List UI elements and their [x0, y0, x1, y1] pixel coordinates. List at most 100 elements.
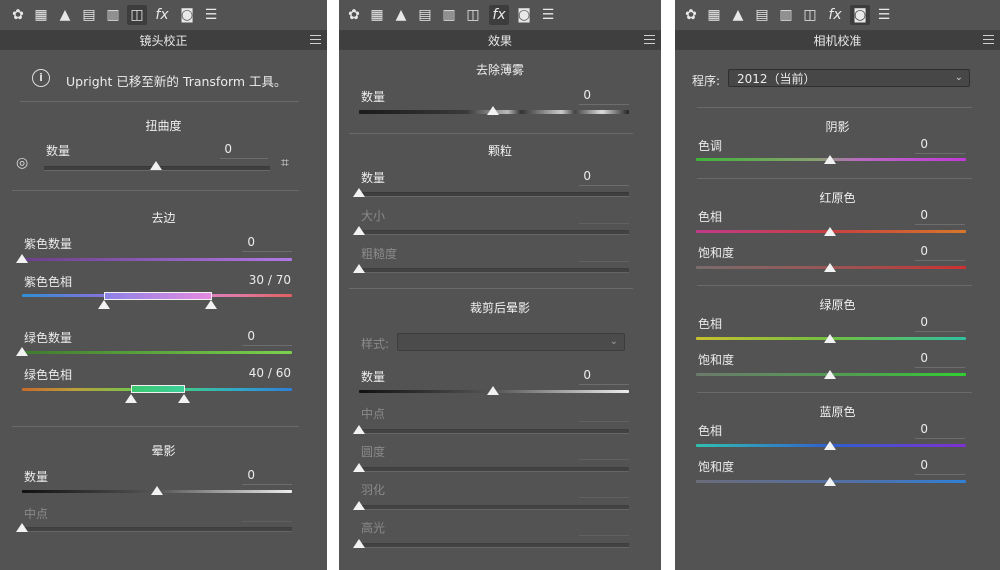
divider — [20, 101, 299, 102]
purple-hue-right-thumb[interactable] — [205, 300, 217, 309]
purple-hue-value[interactable]: 30 / 70 — [241, 273, 291, 287]
split-toning-icon[interactable]: ▥ — [776, 5, 796, 25]
presets-icon[interactable]: ☰ — [874, 5, 894, 25]
post-crop-roundness-slider-thumb[interactable] — [353, 463, 365, 472]
post-crop-feather-slider-thumb[interactable] — [353, 501, 365, 510]
style-label: 样式: — [361, 337, 390, 351]
presets-icon[interactable]: ☰ — [538, 5, 558, 25]
camera-calibration-icon[interactable]: ◙ — [514, 5, 534, 25]
dehaze-amount-value[interactable]: 0 — [541, 88, 591, 102]
process-dropdown[interactable]: 2012（当前） ⌄ — [728, 69, 970, 87]
green-hue-slider-thumb-cal[interactable] — [824, 334, 836, 343]
lens-corrections-icon[interactable]: ◫ — [127, 5, 147, 25]
panel-menu-icon[interactable] — [310, 35, 321, 44]
green-hue-value[interactable]: 40 / 60 — [241, 366, 291, 380]
post-crop-feather-slider-track[interactable] — [359, 505, 629, 510]
presets-icon[interactable]: ☰ — [201, 5, 221, 25]
shadows-tint-slider-thumb[interactable] — [824, 155, 836, 164]
distortion-slider-thumb[interactable] — [150, 161, 162, 170]
purple-hue-label: 紫色色相 — [24, 275, 73, 289]
basic-icon[interactable]: ✿ — [681, 5, 701, 25]
barrel-distortion-icon: ◎ — [16, 155, 29, 171]
pincushion-distortion-icon: ⌗ — [281, 155, 289, 171]
camera-calibration-icon[interactable]: ◙ — [850, 5, 870, 25]
lens-corrections-icon[interactable]: ◫ — [463, 5, 483, 25]
vignette-midpoint-slider-thumb[interactable] — [16, 523, 28, 532]
blue-saturation-value[interactable]: 0 — [878, 458, 928, 472]
value-underline — [915, 474, 965, 475]
green-hue-left-thumb[interactable] — [125, 394, 137, 403]
divider — [12, 190, 299, 191]
panel-header: 相机校准 — [675, 30, 1000, 50]
panel-menu-icon[interactable] — [983, 35, 994, 44]
green-amount-value[interactable]: 0 — [205, 329, 255, 343]
effects-icon[interactable]: fx — [489, 5, 509, 25]
grain-roughness-slider-track[interactable] — [359, 268, 629, 273]
vignette-amount-value[interactable]: 0 — [205, 468, 255, 482]
red-saturation-slider-thumb[interactable] — [824, 263, 836, 272]
distortion-amount-value[interactable]: 0 — [182, 142, 232, 156]
split-toning-icon[interactable]: ▥ — [103, 5, 123, 25]
green-amount-slider-thumb[interactable] — [16, 347, 28, 356]
tone-curve-icon[interactable]: ▦ — [31, 5, 51, 25]
blue-hue-value[interactable]: 0 — [878, 422, 928, 436]
green-hue-range-box[interactable] — [131, 385, 185, 393]
green-hue-value[interactable]: 0 — [878, 315, 928, 329]
hsl-icon[interactable]: ▤ — [415, 5, 435, 25]
camera-calibration-icon[interactable]: ◙ — [177, 5, 197, 25]
grain-roughness-slider-thumb[interactable] — [353, 264, 365, 273]
purple-amount-value[interactable]: 0 — [205, 235, 255, 249]
grain-amount-slider-track[interactable] — [359, 192, 629, 197]
split-toning-icon[interactable]: ▥ — [439, 5, 459, 25]
green-amount-slider-track[interactable] — [22, 351, 292, 354]
green-hue-right-thumb[interactable] — [178, 394, 190, 403]
style-dropdown[interactable]: ⌄ — [397, 333, 625, 351]
divider — [349, 133, 633, 134]
red-hue-slider-thumb[interactable] — [824, 227, 836, 236]
effects-icon[interactable]: fx — [152, 5, 172, 25]
hsl-icon[interactable]: ▤ — [79, 5, 99, 25]
red-hue-value[interactable]: 0 — [878, 208, 928, 222]
post-crop-highlights-slider-track[interactable] — [359, 543, 629, 548]
dehaze-slider-thumb[interactable] — [487, 106, 499, 115]
detail-icon[interactable]: ▲ — [728, 5, 748, 25]
post-crop-roundness-slider-track[interactable] — [359, 467, 629, 472]
basic-icon[interactable]: ✿ — [344, 5, 364, 25]
post-crop-amount-slider-thumb[interactable] — [487, 386, 499, 395]
post-crop-midpoint-slider-thumb[interactable] — [353, 425, 365, 434]
grain-amount-value[interactable]: 0 — [541, 169, 591, 183]
green-primary-heading: 绿原色 — [819, 298, 856, 312]
basic-icon[interactable]: ✿ — [8, 5, 28, 25]
lens-corrections-icon[interactable]: ◫ — [800, 5, 820, 25]
purple-hue-left-thumb[interactable] — [98, 300, 110, 309]
purple-hue-range-box[interactable] — [104, 292, 212, 300]
green-saturation-slider-thumb[interactable] — [824, 370, 836, 379]
purple-amount-slider-track[interactable] — [22, 258, 292, 261]
post-crop-highlights-slider-thumb[interactable] — [353, 539, 365, 548]
tone-curve-icon[interactable]: ▦ — [367, 5, 387, 25]
panel-toolbar: ✿ ▦ ▲ ▤ ▥ ◫ fx ◙ ☰ — [0, 0, 327, 30]
green-saturation-value[interactable]: 0 — [878, 351, 928, 365]
red-saturation-value[interactable]: 0 — [878, 244, 928, 258]
value-underline — [242, 251, 292, 252]
blue-saturation-slider-thumb[interactable] — [824, 477, 836, 486]
panel-menu-icon[interactable] — [644, 35, 655, 44]
purple-amount-slider-thumb[interactable] — [16, 254, 28, 263]
effects-icon[interactable]: fx — [825, 5, 845, 25]
shadows-tint-value[interactable]: 0 — [878, 137, 928, 151]
hsl-icon[interactable]: ▤ — [752, 5, 772, 25]
vignette-amount-slider-thumb[interactable] — [151, 486, 163, 495]
grain-amount-label: 数量 — [361, 171, 386, 185]
blue-primary-heading: 蓝原色 — [819, 405, 856, 419]
post-crop-amount-value[interactable]: 0 — [541, 368, 591, 382]
vignette-midpoint-slider-track[interactable] — [22, 527, 292, 532]
grain-amount-slider-thumb[interactable] — [353, 188, 365, 197]
detail-icon[interactable]: ▲ — [55, 5, 75, 25]
grain-size-slider-track[interactable] — [359, 230, 629, 235]
detail-icon[interactable]: ▲ — [391, 5, 411, 25]
fringe-heading: 去边 — [151, 211, 176, 225]
tone-curve-icon[interactable]: ▦ — [704, 5, 724, 25]
grain-size-slider-thumb[interactable] — [353, 226, 365, 235]
post-crop-midpoint-slider-track[interactable] — [359, 429, 629, 434]
blue-hue-slider-thumb[interactable] — [824, 441, 836, 450]
